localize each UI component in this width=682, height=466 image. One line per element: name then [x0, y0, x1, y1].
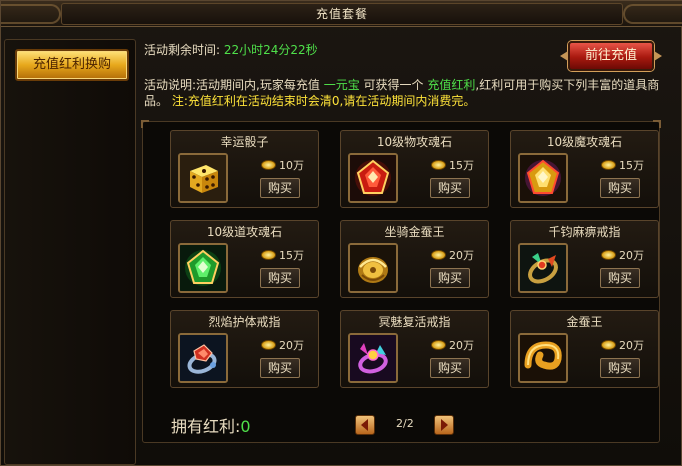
title-bar: 充值套餐 [1, 1, 682, 27]
description-bonus-name: 充值红利 [427, 78, 476, 92]
red-soulstone-icon [348, 153, 398, 203]
panel-corner-ornament [141, 120, 149, 128]
item-price-value: 20万 [619, 339, 644, 352]
flame-guard-ring-icon [178, 333, 228, 383]
item-price-value: 20万 [449, 339, 474, 352]
item-price: 20万 [261, 337, 304, 353]
item-name: 冥魅复活戒指 [378, 315, 451, 329]
item-price: 10万 [261, 157, 304, 173]
shop-item-card: 冥魅复活戒指 20万 购买 [340, 310, 489, 388]
buy-button[interactable]: 购买 [430, 268, 470, 288]
description-currency: 一元宝 [323, 78, 360, 92]
shop-item-card: 千钧麻痹戒指 20万 购买 [510, 220, 659, 298]
item-price-value: 20万 [279, 339, 304, 352]
buy-button[interactable]: 购买 [260, 268, 300, 288]
activity-timer: 活动剩余时间: 22小时24分22秒 [144, 41, 318, 58]
item-price-value: 20万 [449, 249, 474, 262]
buy-button[interactable]: 购买 [260, 358, 300, 378]
title-ornament-left [1, 4, 61, 24]
gold-coin-icon [601, 160, 616, 170]
recharge-package-window: 充值套餐 充值红利换购 活动剩余时间: 22小时24分22秒 前往充值 活动说明… [0, 0, 682, 466]
shop-item-card: 10级魔攻魂石 15万 购买 [510, 130, 659, 208]
item-name: 幸运骰子 [220, 135, 269, 149]
gold-coin-icon [261, 340, 276, 350]
gold-coin-icon [431, 250, 446, 260]
shop-item-card: 10级道攻魂石 15万 购买 [170, 220, 319, 298]
gold-coin-icon [261, 250, 276, 260]
buy-button[interactable]: 购买 [260, 178, 300, 198]
shop-panel: 幸运骰子 10万 购买 10级物攻魂石 15万 购买 10级魔攻魂石 15万 购… [141, 120, 661, 443]
dice-icon [178, 153, 228, 203]
gold-coin-icon [431, 340, 446, 350]
buy-button[interactable]: 购买 [600, 178, 640, 198]
shop-item-card: 金蚕王 20万 购买 [510, 310, 659, 388]
description-label: 活动说明 [144, 78, 193, 92]
arrow-right-icon [441, 419, 448, 431]
owned-bonus: 拥有红利:0 [171, 413, 251, 437]
recharge-bonus-exchange-tab[interactable]: 充值红利换购 [15, 49, 129, 81]
gold-coin-icon [601, 250, 616, 260]
item-price-value: 15万 [279, 249, 304, 262]
item-name: 烈焰护体戒指 [208, 315, 281, 329]
shop-item-card: 烈焰护体戒指 20万 购买 [170, 310, 319, 388]
item-name: 千钧麻痹戒指 [548, 225, 621, 239]
item-price: 15万 [431, 157, 474, 173]
arrow-left-icon [361, 419, 368, 431]
item-price: 20万 [601, 247, 644, 263]
gold-coin-icon [431, 160, 446, 170]
go-recharge-button[interactable]: 前往充值 [568, 41, 654, 71]
item-name: 金蚕王 [566, 315, 603, 329]
next-page-button[interactable] [434, 415, 454, 435]
description-text-1: :活动期间内,玩家每充值 [192, 78, 320, 92]
sidebar: 充值红利换购 [4, 39, 136, 465]
item-price: 15万 [261, 247, 304, 263]
gold-coin-icon [261, 160, 276, 170]
item-price: 15万 [601, 157, 644, 173]
shop-item-card: 坐骑金蚕王 20万 购买 [340, 220, 489, 298]
golden-silkworm-mount-icon [348, 243, 398, 293]
item-price-value: 20万 [619, 249, 644, 262]
item-name: 10级道攻魂石 [206, 225, 283, 239]
previous-page-button[interactable] [355, 415, 375, 435]
golden-silkworm-icon [518, 333, 568, 383]
item-name: 10级魔攻魂石 [546, 135, 623, 149]
description-note: 注:充值红利在活动结束时会清0,请在活动期间内消费完。 [171, 94, 476, 108]
item-price-value: 10万 [279, 159, 304, 172]
timer-label: 活动剩余时间: [144, 43, 221, 57]
item-price: 20万 [601, 337, 644, 353]
timer-value: 22小时24分22秒 [223, 43, 318, 57]
buy-button[interactable]: 购买 [430, 178, 470, 198]
buy-button[interactable]: 购买 [600, 268, 640, 288]
activity-description: 活动说明:活动期间内,玩家每充值 一元宝 可获得一个 充值红利,红利可用于购买下… [144, 77, 670, 109]
revive-ring-icon [348, 333, 398, 383]
bonus-value: 0 [240, 417, 251, 436]
panel-corner-ornament [653, 120, 661, 128]
title-ornament-right [623, 4, 682, 24]
shop-item-card: 幸运骰子 10万 购买 [170, 130, 319, 208]
bonus-label: 拥有红利: [171, 417, 241, 436]
item-price: 20万 [431, 337, 474, 353]
item-name: 坐骑金蚕王 [384, 225, 445, 239]
shop-item-card: 10级物攻魂石 15万 购买 [340, 130, 489, 208]
buy-button[interactable]: 购买 [430, 358, 470, 378]
gold-soulstone-icon [518, 153, 568, 203]
item-price: 20万 [431, 247, 474, 263]
buy-button[interactable]: 购买 [600, 358, 640, 378]
description-text-2: 可获得一个 [363, 78, 424, 92]
item-price-value: 15万 [619, 159, 644, 172]
main-content: 活动剩余时间: 22小时24分22秒 前往充值 活动说明:活动期间内,玩家每充值… [138, 33, 682, 465]
item-price-value: 15万 [449, 159, 474, 172]
window-title: 充值套餐 [61, 3, 623, 25]
item-name: 10级物攻魂石 [376, 135, 453, 149]
green-soulstone-icon [178, 243, 228, 293]
paralysis-ring-icon [518, 243, 568, 293]
page-indicator: 2/2 [396, 417, 414, 430]
gold-coin-icon [601, 340, 616, 350]
